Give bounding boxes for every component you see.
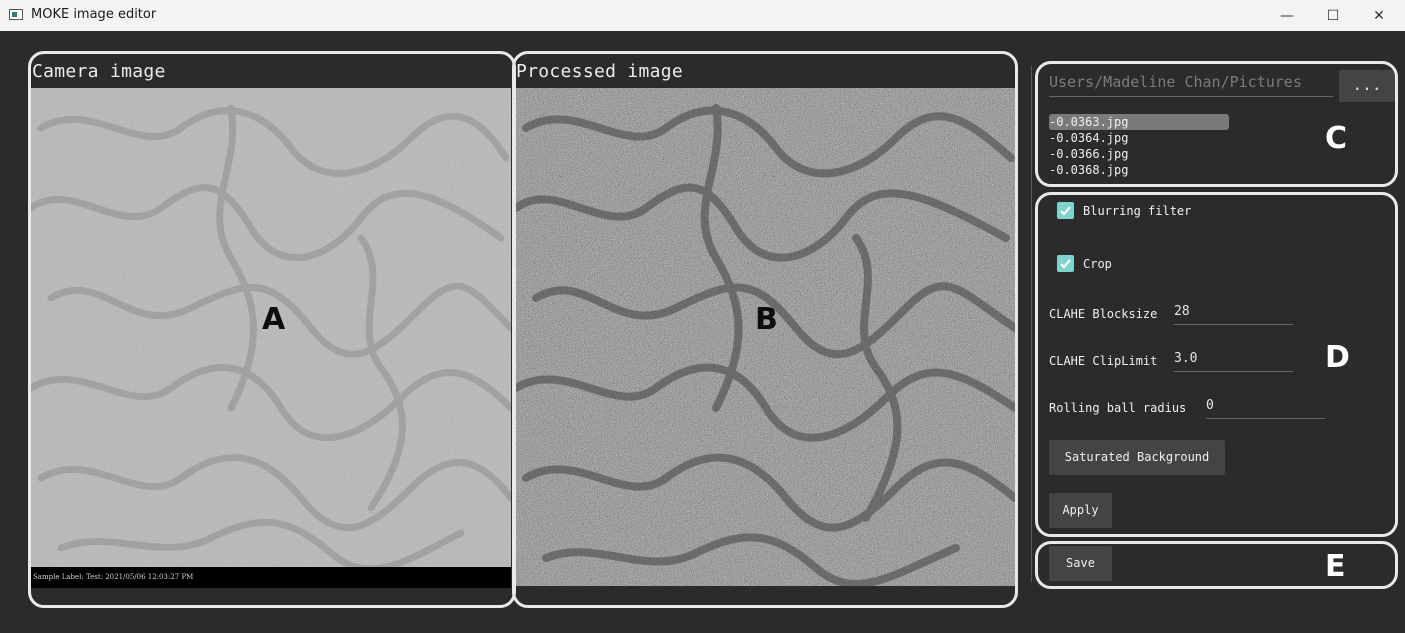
processed-panel-title: Processed image (516, 61, 684, 82)
rolling-ball-radius-input[interactable]: 0 (1206, 398, 1325, 419)
annotation-letter-b: B (755, 302, 778, 337)
checkmark-icon (1060, 206, 1071, 216)
maximize-button[interactable]: ☐ (1310, 0, 1356, 31)
file-list-item[interactable]: -0.0363.jpg (1049, 114, 1229, 130)
window-title: MOKE image editor (31, 7, 157, 22)
minimize-button[interactable]: — (1264, 0, 1310, 31)
clahe-blocksize-label: CLAHE Blocksize (1049, 307, 1158, 321)
saturated-background-button[interactable]: Saturated Background (1049, 440, 1225, 475)
rolling-ball-radius-label: Rolling ball radius (1049, 401, 1187, 415)
browse-folder-button[interactable]: ... (1339, 70, 1395, 102)
apply-button[interactable]: Apply (1049, 493, 1112, 528)
clahe-cliplimit-input[interactable]: 3.0 (1174, 351, 1293, 372)
checkmark-icon (1060, 259, 1071, 269)
app-icon (9, 9, 23, 20)
file-list-item[interactable]: -0.0366.jpg (1049, 146, 1233, 162)
annotation-letter-d: D (1325, 340, 1350, 375)
close-button[interactable]: ✕ (1356, 0, 1402, 31)
save-button[interactable]: Save (1049, 546, 1112, 581)
file-list-item[interactable]: -0.0368.jpg (1049, 162, 1233, 178)
camera-image-caption: Sample Label: Test: 2021/05/06 12:03:27 … (31, 567, 511, 588)
crop-label: Crop (1083, 257, 1112, 271)
annotation-letter-a: A (262, 302, 286, 337)
clahe-blocksize-input[interactable]: 28 (1174, 304, 1293, 325)
blurring-filter-checkbox[interactable] (1057, 202, 1074, 219)
annotation-letter-c: C (1325, 121, 1348, 156)
clahe-cliplimit-label: CLAHE ClipLimit (1049, 354, 1158, 368)
camera-panel-title: Camera image (32, 61, 166, 82)
processed-image (516, 88, 1015, 586)
crop-checkbox[interactable] (1057, 255, 1074, 272)
folder-path-input[interactable]: Users/Madeline Chan/Pictures (1049, 70, 1333, 97)
annotation-letter-e: E (1325, 549, 1346, 584)
file-list-item[interactable]: -0.0364.jpg (1049, 130, 1233, 146)
blurring-filter-label: Blurring filter (1083, 204, 1192, 218)
title-bar: MOKE image editor — ☐ ✕ (0, 0, 1405, 31)
panel-divider (1031, 66, 1032, 582)
file-list: -0.0363.jpg -0.0364.jpg -0.0366.jpg -0.0… (1049, 114, 1233, 178)
